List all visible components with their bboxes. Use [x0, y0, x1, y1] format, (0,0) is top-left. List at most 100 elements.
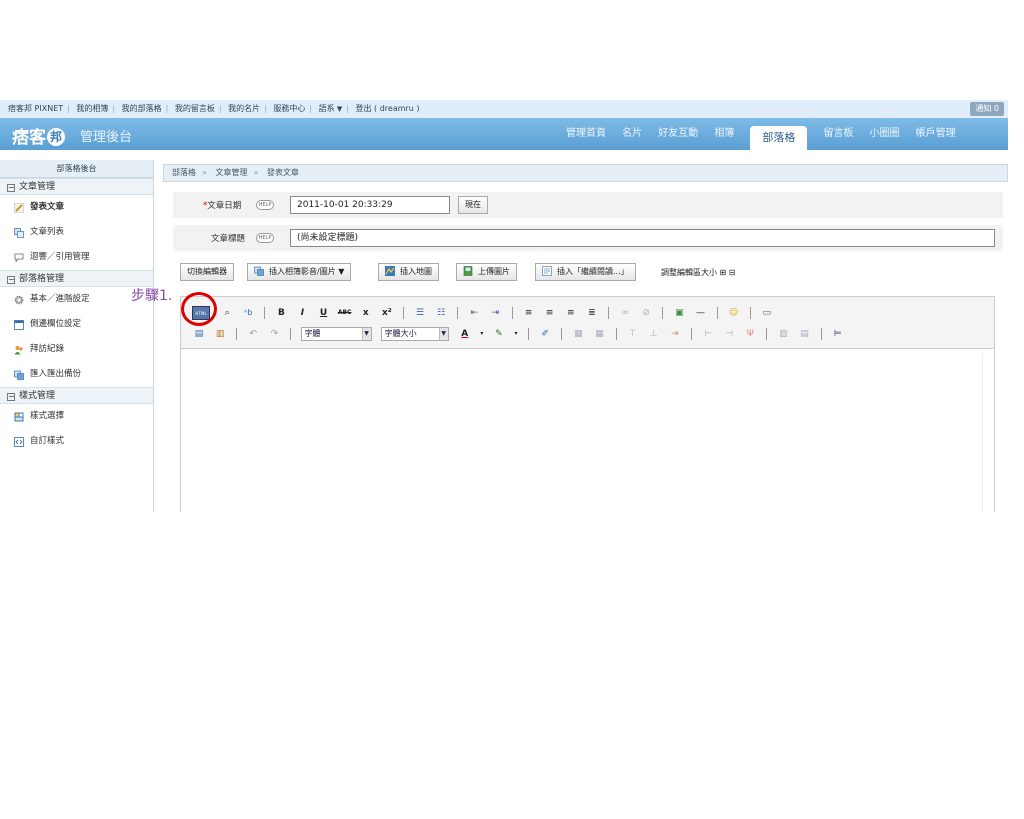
row-before-icon[interactable]: ⊤ [626, 327, 640, 341]
enlarge-editor-button[interactable]: ⊞ [720, 268, 727, 277]
top-link-my-album[interactable]: 我的相簿 [76, 104, 108, 113]
top-link-service-center[interactable]: 服務中心 [273, 104, 305, 113]
sidebar-section-style[interactable]: − 樣式管理 [0, 387, 153, 404]
notify-button[interactable]: 通知 0 [970, 102, 1004, 116]
delete-col-icon[interactable]: Ψ [743, 327, 757, 341]
sidebar-item-article-list[interactable]: 文章列表 [0, 220, 153, 245]
sidebar-title: 部落格後台 [0, 160, 153, 178]
top-link-logout[interactable]: 登出 ( dreamru ) [356, 104, 420, 113]
top-link-my-blog[interactable]: 我的部落格 [122, 104, 162, 113]
insert-break-icon[interactable]: ⊨ [831, 327, 845, 341]
insert-map-button[interactable]: 插入地圖 [378, 263, 439, 281]
merge-cells-icon[interactable]: ▥ [776, 327, 790, 341]
redo-icon[interactable]: ↷ [267, 327, 281, 341]
subscript-icon[interactable]: x [359, 306, 373, 320]
nav-blog[interactable]: 部落格 [750, 126, 808, 150]
title-help-button[interactable]: HELP [256, 233, 274, 243]
date-help-button[interactable]: HELP [256, 200, 274, 210]
shrink-editor-button[interactable]: ⊟ [729, 268, 736, 277]
sidebar-item-comment-manage[interactable]: 迴響／引用管理 [0, 245, 153, 270]
screenshot: 痞客邦 PIXNET | 我的相簿 | 我的部落格 | 我的留言板 | 我的名片 | 服務… [0, 0, 1024, 819]
nav-album[interactable]: 相簿 [714, 118, 734, 150]
sidebar-section-article[interactable]: − 文章管理 [0, 178, 153, 195]
editor-toolbar-row-1: HTML ⌕ ᴬb B I U ABC x x² ☰ ☷ ⇤ ⇥ ≡ ≡ ≡ ≣… [192, 302, 776, 320]
date-input[interactable]: 2011-10-01 20:33:29 [290, 196, 450, 214]
table-icon[interactable]: ▦ [571, 327, 585, 341]
unlink-icon[interactable]: ⊘ [639, 306, 653, 320]
find-icon[interactable]: ⌕ [220, 306, 234, 320]
highlight-color-icon[interactable]: ✎ [492, 327, 506, 341]
align-right-icon[interactable]: ≡ [564, 306, 578, 320]
link-icon[interactable]: ∞ [618, 306, 632, 320]
paste-word-icon[interactable]: ▥ [213, 327, 227, 341]
upload-image-button[interactable]: 上傳圖片 [456, 263, 517, 281]
top-link-my-card[interactable]: 我的名片 [228, 104, 260, 113]
album-icon [254, 266, 264, 276]
image-icon[interactable]: ▣ [672, 306, 686, 320]
sidebar-item-post-article[interactable]: 發表文章 [0, 195, 153, 220]
bold-icon[interactable]: B [274, 306, 288, 320]
sidebar-item-style-select[interactable]: 樣式選擇 [0, 404, 153, 429]
delete-row-icon[interactable]: ⇥ [668, 327, 682, 341]
insert-media-button[interactable]: 插入相簿影音/圖片 ▼ [247, 263, 352, 281]
align-center-icon[interactable]: ≡ [543, 306, 557, 320]
breadcrumb: 部落格» 文章管理» 發表文章 [163, 164, 1008, 182]
pencil-icon [14, 203, 24, 213]
outdent-icon[interactable]: ⇤ [467, 306, 481, 320]
caret-down-icon: ▼ [334, 105, 343, 113]
col-after-icon[interactable]: ⊣ [722, 327, 736, 341]
sidebar-item-sidebar-settings[interactable]: 側邊欄位設定 [0, 312, 153, 337]
underline-icon[interactable]: U [317, 306, 331, 320]
font-color-dropdown-icon[interactable]: ▾ [479, 327, 485, 341]
pixnet-logo[interactable]: 痞客邦 [12, 123, 65, 148]
font-family-select[interactable]: 字體 ▼ [300, 326, 372, 341]
nav-account[interactable]: 帳戶管理 [916, 118, 956, 150]
insert-readmore-button[interactable]: 插入「繼續閱讀...」 [535, 263, 636, 281]
top-link-my-guestbook[interactable]: 我的留言板 [175, 104, 215, 113]
align-left-icon[interactable]: ≡ [522, 306, 536, 320]
breadcrumb-blog[interactable]: 部落格 [172, 168, 196, 177]
dropdown-arrow-icon: ▼ [438, 327, 448, 340]
backup-icon [14, 370, 24, 380]
col-before-icon[interactable]: ⊢ [701, 327, 715, 341]
strikethrough-icon[interactable]: ABC [338, 306, 352, 320]
date-row: *文章日期 HELP 2011-10-01 20:33:29 現在 [173, 192, 1003, 218]
emoticon-icon[interactable]: ☺ [727, 306, 741, 320]
step-annotation: 步驟1. [131, 288, 173, 304]
align-justify-icon[interactable]: ≣ [585, 306, 599, 320]
split-cells-icon[interactable]: ▤ [798, 327, 812, 341]
top-link-pixnet[interactable]: 痞客邦 PIXNET [8, 104, 63, 113]
edit-css-icon[interactable]: ✐ [538, 327, 552, 341]
nav-guestbook[interactable]: 留言板 [823, 118, 853, 150]
paste-text-icon[interactable]: ▤ [192, 327, 206, 341]
nav-circle[interactable]: 小圈圈 [870, 118, 900, 150]
undo-icon[interactable]: ↶ [246, 327, 260, 341]
table-props-icon[interactable]: ▦ [593, 327, 607, 341]
breadcrumb-article-manage[interactable]: 文章管理 [215, 168, 247, 177]
indent-icon[interactable]: ⇥ [488, 306, 502, 320]
title-input[interactable]: (尚未設定標題) [290, 229, 995, 247]
unordered-list-icon[interactable]: ☷ [434, 306, 448, 320]
sidebar-item-custom-style[interactable]: 自訂樣式 [0, 429, 153, 454]
top-link-language[interactable]: 語系 [319, 104, 335, 113]
fullscreen-icon[interactable]: ▭ [760, 306, 774, 320]
ordered-list-icon[interactable]: ☰ [413, 306, 427, 320]
sidebar-item-visit-log[interactable]: 拜訪紀錄 [0, 337, 153, 362]
nav-card[interactable]: 名片 [622, 118, 642, 150]
font-size-select[interactable]: 字體大小 ▼ [380, 326, 449, 341]
highlight-dropdown-icon[interactable]: ▾ [513, 327, 519, 341]
sidebar-item-import-export[interactable]: 匯入匯出備份 [0, 362, 153, 387]
horizontal-rule-icon[interactable]: — [693, 306, 707, 320]
nav-admin-home[interactable]: 管理首頁 [566, 118, 606, 150]
italic-icon[interactable]: I [295, 306, 309, 320]
now-button[interactable]: 現在 [458, 196, 488, 214]
replace-icon[interactable]: ᴬb [241, 306, 255, 320]
gear-icon [14, 295, 24, 305]
row-after-icon[interactable]: ⊥ [647, 327, 661, 341]
font-color-icon[interactable]: A [458, 327, 472, 341]
editor-content-area[interactable] [185, 353, 983, 512]
switch-editor-button[interactable]: 切換編輯器 [180, 263, 234, 281]
nav-friends[interactable]: 好友互動 [658, 118, 698, 150]
header-bar: 痞客邦 管理後台 管理首頁 名片 好友互動 相簿 部落格 留言板 小圈圈 帳戶管… [0, 118, 1008, 150]
superscript-icon[interactable]: x² [380, 306, 394, 320]
